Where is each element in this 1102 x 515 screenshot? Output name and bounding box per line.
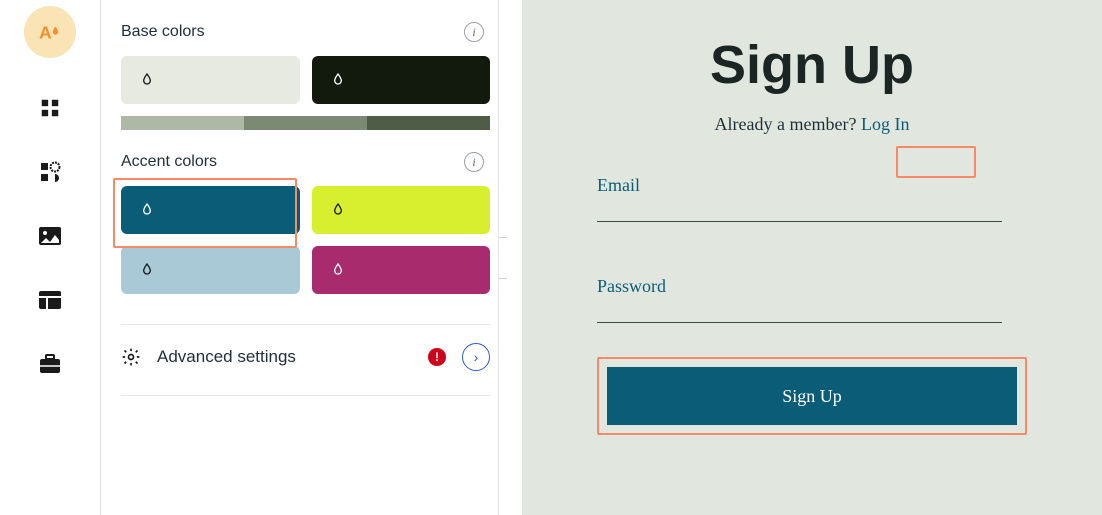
selection-highlight [113, 178, 297, 248]
panel-resize-handle[interactable] [498, 0, 522, 515]
drop-icon [330, 262, 346, 278]
drop-icon [139, 262, 155, 278]
base-info-icon[interactable]: i [464, 22, 484, 42]
drop-icon [330, 72, 346, 88]
password-label: Password [597, 276, 1027, 297]
base-range-bar[interactable] [121, 116, 490, 130]
logo-drop-icon: A [37, 19, 63, 45]
color-settings-panel: Base colors i Accent colors i [100, 0, 498, 515]
alert-icon: ! [428, 348, 446, 366]
advanced-label: Advanced settings [157, 347, 412, 367]
drop-icon [330, 202, 346, 218]
base-colors-header: Base colors i [121, 22, 490, 42]
left-sidebar: A [0, 0, 100, 515]
signup-form: Email Password [597, 175, 1027, 323]
svg-text:A: A [39, 23, 52, 43]
nav-image-icon[interactable] [36, 222, 64, 250]
nav-briefcase-icon[interactable] [36, 350, 64, 378]
password-field[interactable] [597, 297, 1002, 323]
signup-subtitle: Already a member? Log In [558, 114, 1066, 135]
accent-swatch-group [121, 186, 490, 294]
signup-title: Sign Up [558, 34, 1066, 96]
signup-button[interactable]: Sign Up [607, 367, 1017, 425]
nav-grid-icon[interactable] [36, 94, 64, 122]
signup-button-highlight: Sign Up [597, 357, 1027, 435]
accent-swatch-magenta[interactable] [312, 246, 491, 294]
divider [121, 324, 490, 325]
base-colors-label: Base colors [121, 23, 205, 41]
nav-plugin-icon[interactable] [36, 158, 64, 186]
login-link[interactable]: Log In [861, 114, 910, 135]
divider [121, 395, 490, 396]
gear-icon [121, 347, 141, 367]
signup-preview: Sign Up Already a member? Log In Email P… [522, 0, 1102, 515]
email-field[interactable] [597, 196, 1002, 222]
base-swatch-row [121, 56, 490, 104]
expand-arrow-icon[interactable]: › [462, 343, 490, 371]
drop-icon [139, 72, 155, 88]
base-swatch-light[interactable] [121, 56, 300, 104]
accent-info-icon[interactable]: i [464, 152, 484, 172]
subtitle-text: Already a member? [715, 114, 861, 134]
email-label: Email [597, 175, 1027, 196]
accent-colors-header: Accent colors i [121, 152, 490, 172]
accent-colors-label: Accent colors [121, 153, 217, 171]
accent-swatch-lime[interactable] [312, 186, 491, 234]
nav-table-icon[interactable] [36, 286, 64, 314]
login-highlight-box [896, 146, 976, 178]
advanced-settings-row[interactable]: Advanced settings ! › [121, 343, 490, 371]
accent-swatch-lightblue[interactable] [121, 246, 300, 294]
base-swatch-dark[interactable] [312, 56, 491, 104]
app-logo[interactable]: A [24, 6, 76, 58]
